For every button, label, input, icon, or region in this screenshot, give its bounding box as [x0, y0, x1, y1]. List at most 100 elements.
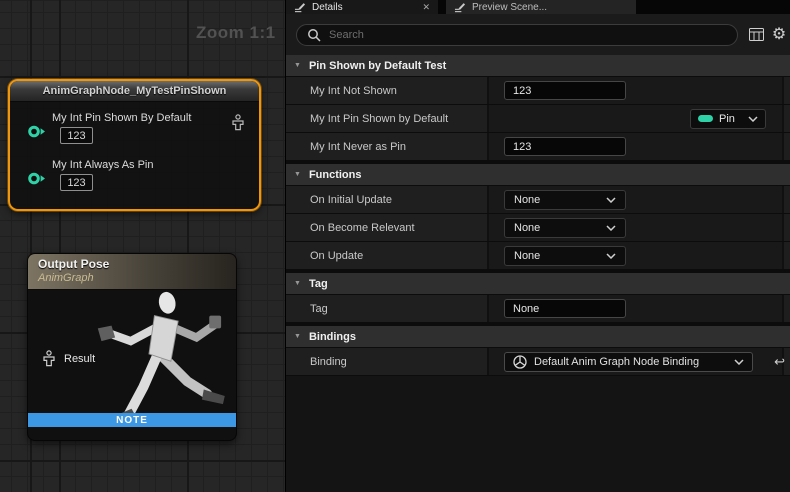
- property-row-on-initial-update: On Initial Update None: [286, 186, 790, 213]
- tag-input[interactable]: [504, 299, 626, 318]
- row-edge-strip: [782, 77, 790, 104]
- tab-label: Details: [312, 2, 343, 13]
- node-body: Result NOTE: [28, 290, 236, 427]
- node-title: AnimGraphNode_MyTestPinShown: [43, 85, 227, 97]
- section-header-pin-shown-by-default-test[interactable]: ▼ Pin Shown by Default Test: [286, 55, 790, 76]
- tab-label: Preview Scene...: [472, 2, 547, 13]
- collapse-triangle-icon[interactable]: ▼: [294, 280, 301, 287]
- details-panel: Details ✕ Preview Scene...: [285, 0, 790, 492]
- binding-value: Default Anim Graph Node Binding: [534, 356, 699, 368]
- node-title: Output Pose: [38, 257, 236, 271]
- pin-mode-dropdown[interactable]: Pin: [690, 109, 766, 129]
- property-label: My Int Never as Pin: [310, 141, 406, 153]
- panel-tab-bar: Details ✕ Preview Scene...: [286, 0, 790, 14]
- property-row-my-int-not-shown: My Int Not Shown: [286, 77, 790, 104]
- property-label: On Initial Update: [310, 194, 392, 206]
- anim-graph-viewport[interactable]: Zoom 1:1 AnimGraphNode_MyTestPinShown My…: [0, 0, 285, 492]
- details-empty-area: [286, 376, 790, 492]
- binding-dropdown[interactable]: Default Anim Graph Node Binding: [504, 352, 753, 372]
- property-matrix-button[interactable]: [746, 23, 766, 45]
- details-icon: [454, 2, 466, 13]
- property-row-binding: Binding Default Anim Graph Node Binding …: [286, 348, 790, 375]
- property-row-my-int-never-as-pin: My Int Never as Pin: [286, 133, 790, 160]
- gear-icon: ⚙: [772, 24, 786, 44]
- note-label: NOTE: [116, 415, 148, 426]
- dropdown-value: None: [514, 250, 540, 262]
- pin-mode-value: Pin: [719, 113, 735, 125]
- row-edge-strip: [782, 295, 790, 322]
- property-row-on-update: On Update None: [286, 242, 790, 269]
- chevron-down-icon: [606, 197, 616, 203]
- unreal-editor-window: Zoom 1:1 AnimGraphNode_MyTestPinShown My…: [0, 0, 790, 492]
- pin-value-input[interactable]: [60, 127, 93, 144]
- chevron-down-icon: [606, 253, 616, 259]
- tab-preview-scene[interactable]: Preview Scene...: [446, 0, 636, 14]
- chevron-down-icon: [748, 116, 758, 122]
- chevron-down-icon: [606, 225, 616, 231]
- collapse-triangle-icon[interactable]: ▼: [294, 62, 301, 69]
- row-edge-strip: [782, 105, 790, 132]
- section-title: Tag: [309, 278, 328, 290]
- my-int-never-as-pin-input[interactable]: [504, 137, 626, 156]
- person-pin-icon[interactable]: [231, 114, 245, 131]
- section-header-bindings[interactable]: ▼ Bindings: [286, 326, 790, 347]
- property-label: My Int Not Shown: [310, 85, 397, 97]
- dropdown-value: None: [514, 194, 540, 206]
- tab-details[interactable]: Details ✕: [286, 0, 438, 14]
- grid-table-icon: [749, 28, 764, 41]
- search-icon: [307, 28, 321, 42]
- zoom-level-indicator: Zoom 1:1: [196, 23, 276, 43]
- section-title: Pin Shown by Default Test: [309, 60, 446, 72]
- node-title-bar[interactable]: Output Pose AnimGraph: [28, 254, 236, 290]
- search-box[interactable]: [296, 24, 738, 46]
- collapse-triangle-icon[interactable]: ▼: [294, 333, 301, 340]
- section-header-tag[interactable]: ▼ Tag: [286, 273, 790, 294]
- on-update-dropdown[interactable]: None: [504, 246, 626, 266]
- running-mannequin-image: [80, 290, 237, 427]
- section-title: Bindings: [309, 331, 356, 343]
- property-label: My Int Pin Shown by Default: [310, 113, 448, 125]
- details-toolbar: ⚙: [286, 14, 790, 55]
- row-edge-strip: [782, 242, 790, 269]
- search-input[interactable]: [329, 29, 727, 41]
- details-icon: [294, 2, 306, 13]
- node-title-bar[interactable]: AnimGraphNode_MyTestPinShown: [10, 81, 259, 102]
- result-pin-label: Result: [64, 353, 95, 365]
- property-row-tag: Tag: [286, 295, 790, 322]
- pin-label: My Int Always As Pin: [52, 159, 259, 171]
- my-int-not-shown-input[interactable]: [504, 81, 626, 100]
- pin-row: My Int Always As Pin: [18, 159, 259, 191]
- row-edge-strip: [782, 186, 790, 213]
- pose-result-pin-icon[interactable]: [42, 350, 56, 367]
- property-row-on-become-relevant: On Become Relevant None: [286, 214, 790, 241]
- output-pose-node[interactable]: Output Pose AnimGraph: [27, 253, 237, 441]
- dropdown-value: None: [514, 222, 540, 234]
- node-subtitle: AnimGraph: [38, 272, 236, 284]
- close-tab-icon[interactable]: ✕: [422, 2, 430, 13]
- on-become-relevant-dropdown[interactable]: None: [504, 218, 626, 238]
- result-pin-row: Result: [42, 350, 95, 367]
- pin-row: My Int Pin Shown By Default: [18, 112, 259, 144]
- node-body: My Int Pin Shown By Default My Int Alway…: [10, 112, 259, 191]
- property-label: Binding: [310, 356, 347, 368]
- property-row-my-int-pin-shown-by-default: My Int Pin Shown by Default Pin: [286, 105, 790, 132]
- note-banner[interactable]: NOTE: [28, 413, 236, 427]
- settings-button[interactable]: ⚙: [769, 23, 789, 45]
- anim-graph-test-node[interactable]: AnimGraphNode_MyTestPinShown My Int Pin …: [8, 79, 261, 211]
- reset-to-default-icon[interactable]: ↩: [774, 354, 785, 370]
- section-title: Functions: [309, 169, 362, 181]
- row-edge-strip: [782, 133, 790, 160]
- int-pin-icon[interactable]: [28, 125, 46, 138]
- row-edge-strip: [782, 214, 790, 241]
- property-label: Tag: [310, 303, 328, 315]
- collapse-triangle-icon[interactable]: ▼: [294, 171, 301, 178]
- details-property-list: ▼ Pin Shown by Default Test My Int Not S…: [286, 55, 790, 492]
- on-initial-update-dropdown[interactable]: None: [504, 190, 626, 210]
- chevron-down-icon: [734, 359, 744, 365]
- pin-label: My Int Pin Shown By Default: [52, 112, 259, 124]
- property-label: On Become Relevant: [310, 222, 415, 234]
- section-header-functions[interactable]: ▼ Functions: [286, 164, 790, 185]
- property-label: On Update: [310, 250, 363, 262]
- pin-value-input[interactable]: [60, 174, 93, 191]
- int-pin-icon[interactable]: [28, 172, 46, 185]
